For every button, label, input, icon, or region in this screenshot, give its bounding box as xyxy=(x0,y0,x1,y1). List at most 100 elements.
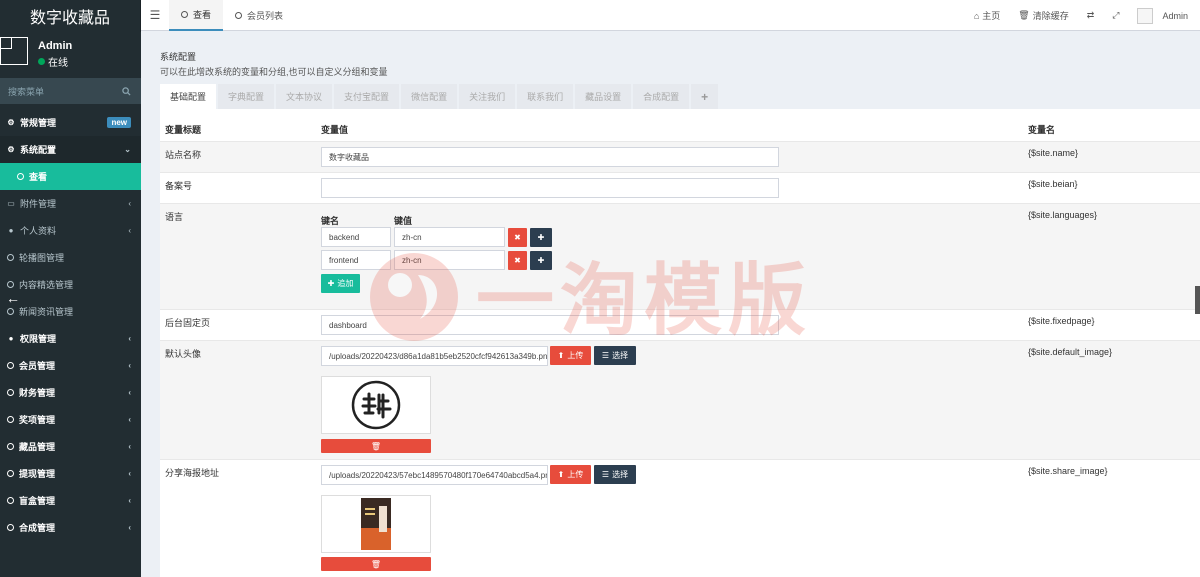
move-icon: ✚ xyxy=(537,256,545,265)
back-arrow-icon[interactable]: ← xyxy=(6,290,20,306)
tab-follow[interactable]: 关注我们 xyxy=(459,84,516,109)
fixedpage-input[interactable]: dashboard xyxy=(321,315,779,335)
sidebar-item-profile[interactable]: ● 个人资料 ‹ xyxy=(0,217,141,244)
drag-row-button[interactable]: ✚ xyxy=(530,251,552,270)
sidebar-item-label: 权限管理 xyxy=(20,334,57,344)
sidebar-item-carousel[interactable]: 轮播图管理 xyxy=(0,244,141,271)
avatar xyxy=(1137,7,1154,24)
choose-button[interactable]: ☰ 选择 xyxy=(594,465,636,484)
search-input[interactable]: 搜索菜单 xyxy=(8,85,44,98)
sidebar-item-finance[interactable]: 财务管理 ‹ xyxy=(0,379,141,406)
choose-button[interactable]: ☰ 选择 xyxy=(594,346,636,365)
lang-key-input[interactable]: backend xyxy=(321,227,391,247)
config-table: 变量标题 变量值 变量名 站点名称 数字收藏品 {$site.name} 备案号… xyxy=(160,109,1200,577)
app-logo[interactable]: 数字收藏品 xyxy=(0,0,141,32)
default-image-input[interactable]: /uploads/20220423/d86a1da81b5eb2520cfcf9… xyxy=(321,346,548,366)
table-row-site-name: 站点名称 数字收藏品 {$site.name} xyxy=(160,141,1200,172)
lang-value-input[interactable]: zh-cn xyxy=(394,227,505,247)
sidebar-item-label: 合成管理 xyxy=(19,523,56,533)
sidebar-item-attachments[interactable]: ▭ 附件管理 ‹ xyxy=(0,190,141,217)
poster-thumbnail-image xyxy=(361,498,391,550)
beian-input[interactable] xyxy=(321,178,779,198)
sidebar-item-blindbox[interactable]: 盲盒管理 ‹ xyxy=(0,487,141,514)
cogs-icon: ⚙ xyxy=(7,118,15,127)
circle-icon xyxy=(235,11,243,19)
tab-label: 查看 xyxy=(193,9,212,20)
sidebar-item-system-config[interactable]: ⚙ 系统配置 ⌄ xyxy=(0,136,141,163)
tab-contact[interactable]: 联系我们 xyxy=(517,84,574,109)
sidebar-item-general[interactable]: ⚙ 常规管理 new xyxy=(0,109,141,136)
tab-alipay[interactable]: 支付宝配置 xyxy=(334,84,400,109)
tab-basic[interactable]: 基础配置 xyxy=(160,84,217,109)
sidebar-item-members[interactable]: 会员管理 ‹ xyxy=(0,352,141,379)
sidebar-item-view[interactable]: 查看 xyxy=(0,163,141,190)
lang-key-input[interactable]: frontend xyxy=(321,250,391,270)
scrollbar-thumb[interactable] xyxy=(1195,286,1200,314)
clear-cache-button[interactable]: 🗑 清除缓存 xyxy=(1018,9,1068,22)
user-icon: ● xyxy=(8,226,14,235)
top-navbar: ☰ 查看 会员列表 ⌂ 主页 🗑 清除缓存 ⇄ ⤢ Admin xyxy=(141,0,1200,31)
sidebar-item-permissions[interactable]: ● 权限管理 ‹ xyxy=(0,325,141,352)
table-row-languages: 语言 键名 键值 backend zh-cn ✖ ✚ frontend zh-c… xyxy=(160,203,1200,309)
circle-icon xyxy=(7,389,14,396)
sidebar: 数字收藏品 Admin 在线 搜索菜单 ⚙ 常规管理 new ⚙ 系统配置 ⌄ … xyxy=(0,0,141,577)
lang-value-input[interactable]: zh-cn xyxy=(394,250,505,270)
circle-icon xyxy=(7,416,14,423)
share-image-input[interactable]: /uploads/20220423/57ebc1489570480f170e64… xyxy=(321,465,548,485)
delete-image-button[interactable]: 🗑 xyxy=(321,557,431,571)
chevron-left-icon: ‹ xyxy=(128,496,131,505)
upload-button[interactable]: ⬆ 上传 xyxy=(550,346,591,365)
share-image-preview[interactable] xyxy=(321,495,431,553)
sidebar-item-collections[interactable]: 藏品管理 ‹ xyxy=(0,433,141,460)
sidebar-item-content[interactable]: 内容精选管理 xyxy=(0,271,141,298)
sidebar-item-label: 财务管理 xyxy=(19,388,56,398)
avatar xyxy=(0,37,28,65)
tab-wechat[interactable]: 微信配置 xyxy=(401,84,458,109)
upload-label: 上传 xyxy=(567,351,584,360)
table-row-fixedpage: 后台固定页 dashboard {$site.fixedpage} xyxy=(160,309,1200,340)
home-button[interactable]: ⌂ 主页 xyxy=(974,9,1000,22)
seal-logo-image xyxy=(351,380,401,430)
tab-agreement[interactable]: 文本协议 xyxy=(276,84,333,109)
row-label: 默认头像 xyxy=(165,349,202,359)
drag-row-button[interactable]: ✚ xyxy=(530,228,552,247)
tab-synthesis[interactable]: 合成配置 xyxy=(633,84,690,109)
tab-collection[interactable]: 藏品设置 xyxy=(575,84,632,109)
sidebar-item-awards[interactable]: 奖项管理 ‹ xyxy=(0,406,141,433)
close-icon: ✖ xyxy=(514,256,521,265)
page-subtitle: 可以在此增改系统的变量和分组,也可以自定义分组和变量 xyxy=(160,67,388,77)
sidebar-item-news[interactable]: 新闻资讯管理 xyxy=(0,298,141,325)
sidebar-item-synthesis[interactable]: 合成管理 ‹ xyxy=(0,514,141,541)
add-tab-button[interactable]: + xyxy=(691,84,719,109)
upload-button[interactable]: ⬆ 上传 xyxy=(550,465,591,484)
gear-icon: ⚙ xyxy=(7,145,15,154)
search-icon[interactable] xyxy=(122,86,131,96)
circle-icon xyxy=(7,308,14,315)
language-icon: ⇄ xyxy=(1086,10,1095,20)
fullscreen-button[interactable]: ⤢ xyxy=(1112,10,1119,21)
chevron-left-icon: ‹ xyxy=(128,469,131,478)
tab-member-list[interactable]: 会员列表 xyxy=(223,0,295,31)
default-image-preview[interactable] xyxy=(321,376,431,434)
sidebar-item-label: 新闻资讯管理 xyxy=(19,307,74,317)
sidebar-item-withdraw[interactable]: 提现管理 ‹ xyxy=(0,460,141,487)
remove-row-button[interactable]: ✖ xyxy=(508,228,527,247)
value-header: 键值 xyxy=(394,216,413,226)
row-var: {$site.name} xyxy=(1028,148,1079,158)
menu-toggle-icon[interactable]: ☰ xyxy=(141,8,169,22)
add-pair-button[interactable]: ✚ 追加 xyxy=(321,274,360,293)
translate-button[interactable]: ⇄ xyxy=(1087,10,1095,21)
sidebar-item-label: 藏品管理 xyxy=(19,442,56,452)
table-header: 变量标题 变量值 变量名 xyxy=(160,109,1200,141)
header-name: 变量名 xyxy=(1028,125,1056,135)
circle-icon xyxy=(7,281,14,288)
sidebar-search[interactable]: 搜索菜单 xyxy=(0,78,141,104)
tab-view[interactable]: 查看 xyxy=(169,0,224,31)
admin-menu[interactable]: Admin xyxy=(1137,7,1188,24)
delete-image-button[interactable]: 🗑 xyxy=(321,439,431,453)
chevron-left-icon: ‹ xyxy=(128,226,131,235)
site-name-input[interactable]: 数字收藏品 xyxy=(321,147,779,167)
chevron-left-icon: ‹ xyxy=(128,523,131,532)
remove-row-button[interactable]: ✖ xyxy=(508,251,527,270)
tab-dictionary[interactable]: 字典配置 xyxy=(218,84,275,109)
